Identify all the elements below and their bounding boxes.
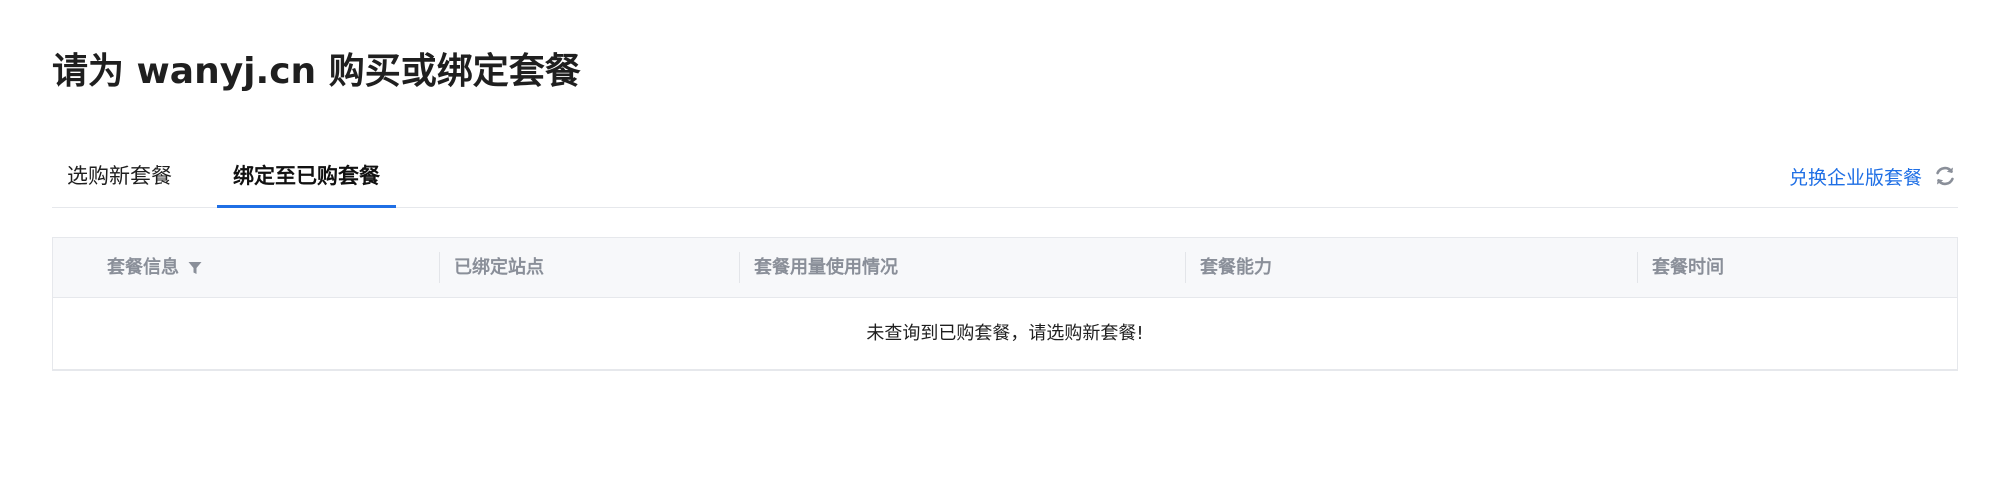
column-header-label: 套餐信息 bbox=[107, 257, 179, 278]
column-header-plan-time: 套餐时间 bbox=[1652, 257, 1724, 278]
exchange-enterprise-plan-link[interactable]: 兑换企业版套餐 bbox=[1789, 152, 1958, 200]
tab-buy-new-plan[interactable]: 选购新套餐 bbox=[67, 152, 172, 207]
tab-bind-purchased-plan[interactable]: 绑定至已购套餐 bbox=[217, 152, 396, 208]
column-header-plan-usage: 套餐用量使用情况 bbox=[754, 257, 898, 278]
tabs-bar: 选购新套餐 绑定至已购套餐 兑换企业版套餐 bbox=[52, 152, 1958, 208]
column-header-plan-capability: 套餐能力 bbox=[1200, 257, 1272, 278]
column-divider bbox=[1185, 252, 1186, 283]
table-body: 未查询到已购套餐，请选购新套餐! bbox=[53, 298, 1957, 369]
table-header: 套餐信息 已绑定站点 套餐用量使用情况 套餐能力 套餐时间 bbox=[53, 238, 1957, 298]
empty-state-message: 未查询到已购套餐，请选购新套餐! bbox=[866, 323, 1144, 344]
page-title: 请为 wanyj.cn 购买或绑定套餐 bbox=[52, 51, 581, 92]
column-divider bbox=[1637, 252, 1638, 283]
filter-icon[interactable] bbox=[187, 260, 203, 276]
column-header-plan-info: 套餐信息 bbox=[107, 238, 203, 297]
column-divider bbox=[439, 252, 440, 283]
refresh-icon[interactable] bbox=[1932, 163, 1958, 189]
exchange-enterprise-plan-label[interactable]: 兑换企业版套餐 bbox=[1789, 163, 1922, 190]
plans-table: 套餐信息 已绑定站点 套餐用量使用情况 套餐能力 套餐时间 未查询到已购套餐，请… bbox=[52, 237, 1958, 371]
column-divider bbox=[739, 252, 740, 283]
column-header-bound-sites: 已绑定站点 bbox=[454, 257, 544, 278]
